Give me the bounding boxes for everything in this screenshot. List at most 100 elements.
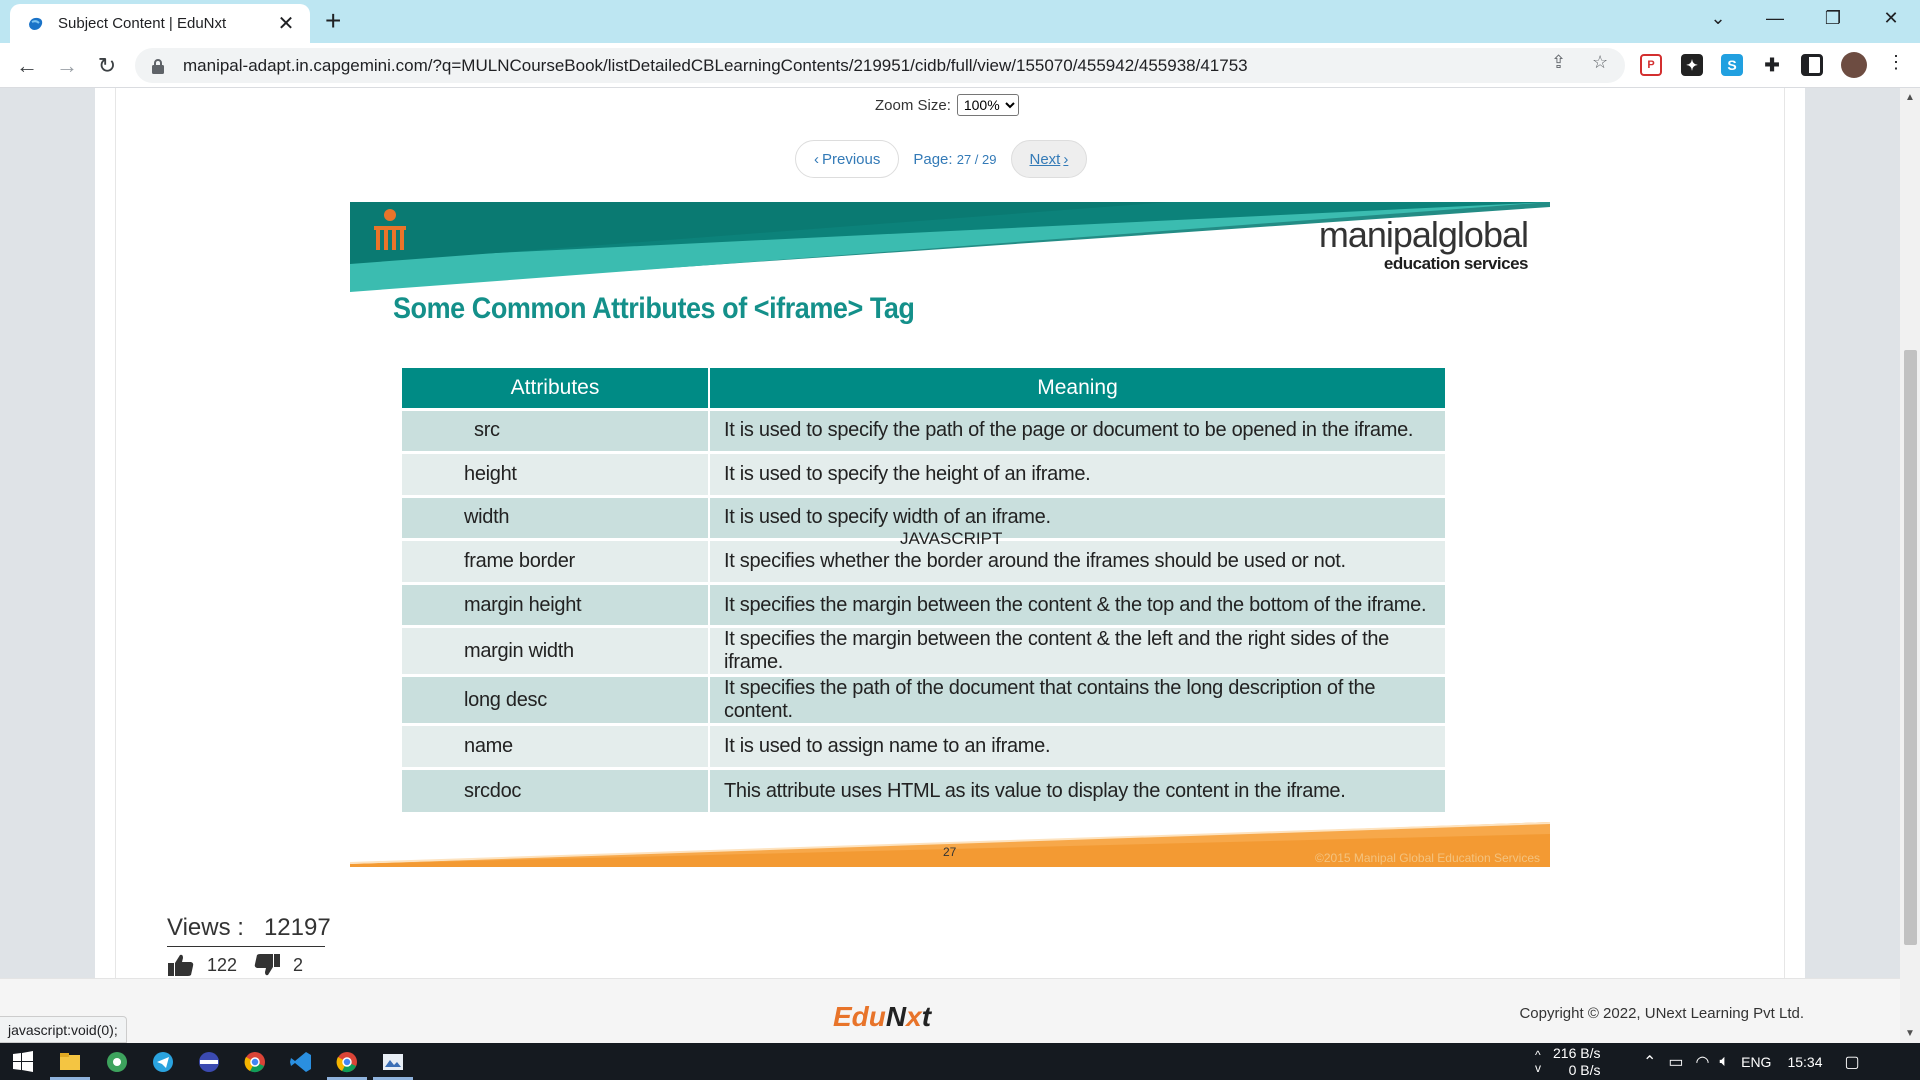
page-label: Page: — [913, 150, 953, 168]
download-speed: 0 B/s — [1568, 1061, 1601, 1078]
chevron-right-icon: › — [1063, 150, 1069, 168]
share-icon[interactable]: ⇪ — [1551, 52, 1566, 73]
slide-title: Some Common Attributes of <iframe> Tag — [393, 292, 915, 325]
scrollbar-thumb[interactable] — [1904, 350, 1917, 945]
content-stats: Views : 12197 122 2 — [167, 914, 331, 977]
browser-tab[interactable]: Subject Content | EduNxt ✕ — [10, 4, 310, 43]
vscode-icon[interactable] — [288, 1049, 314, 1075]
reload-icon[interactable]: ↻ — [92, 51, 122, 81]
restore-icon[interactable]: ❐ — [1818, 8, 1848, 29]
column-header-attributes: Attributes — [402, 368, 710, 409]
new-tab-icon[interactable]: + — [325, 6, 341, 36]
tab-search-icon[interactable]: ⌄ — [1703, 8, 1733, 29]
chrome-icon[interactable] — [242, 1049, 268, 1075]
meaning-cell: It is used to assign name to an iframe. — [709, 723, 1447, 769]
slide-watermark: JAVASCRIPT — [900, 529, 1003, 548]
link-status-bubble: javascript:void(0); — [0, 1016, 127, 1043]
language-indicator[interactable]: ENG — [1741, 1054, 1771, 1070]
site-footer: EduNxt Copyright © 2022, UNext Learning … — [0, 978, 1900, 1043]
back-icon[interactable]: ← — [12, 51, 42, 81]
attribute-cell: margin width — [402, 625, 710, 676]
logo-x: x — [906, 1001, 922, 1032]
views-label: Views : — [167, 914, 244, 941]
app-disk-icon[interactable] — [196, 1049, 222, 1075]
s-extension-icon[interactable]: S — [1721, 54, 1743, 76]
telegram-icon[interactable] — [150, 1049, 176, 1075]
network-speed: ^ v 216 B/s 0 B/s — [1535, 1043, 1600, 1080]
chrome-menu-icon[interactable]: ⋮ — [1887, 52, 1905, 73]
page-scrollbar[interactable]: ▲ ▼ — [1900, 88, 1920, 1043]
browser-toolbar: ← → ↻ manipal-adapt.in.capgemini.com/?q=… — [0, 43, 1920, 88]
extensions-puzzle-icon[interactable]: ✚ — [1761, 54, 1783, 76]
battery-icon[interactable]: ▭ — [1668, 1052, 1683, 1072]
attribute-cell: margin height — [402, 581, 710, 627]
previous-button[interactable]: ‹ Previous — [795, 140, 900, 178]
attribute-cell: width — [402, 494, 710, 540]
attribute-cell: name — [402, 723, 710, 769]
url-text: manipal-adapt.in.capgemini.com/?q=MULNCo… — [183, 55, 1248, 75]
meaning-cell: It is used to specify width of an iframe… — [709, 494, 1447, 540]
windows-start-icon[interactable] — [10, 1049, 36, 1075]
edunxt-favicon-icon — [29, 17, 43, 30]
file-explorer-icon[interactable] — [57, 1049, 83, 1075]
views-value: 12197 — [263, 914, 331, 941]
meaning-cell: It is used to specify the height of an i… — [709, 451, 1447, 497]
app-green-icon[interactable] — [104, 1049, 130, 1075]
page-content: Zoom Size: 100% ‹ Previous Page: 27 / 29… — [0, 88, 1920, 1043]
profile-avatar[interactable] — [1841, 52, 1867, 78]
manipal-logo-icon — [374, 209, 406, 250]
reactions: 122 2 — [167, 953, 325, 977]
show-hidden-icons-icon[interactable]: ⌃ — [1643, 1052, 1656, 1072]
meaning-cell: It specifies the path of the document th… — [709, 674, 1447, 725]
chrome-active-icon[interactable] — [334, 1049, 360, 1075]
side-panel-icon[interactable] — [1801, 54, 1823, 76]
thumbs-up-icon[interactable] — [167, 953, 195, 977]
meaning-cell: It specifies the margin between the cont… — [709, 625, 1447, 676]
previous-label: Previous — [822, 150, 881, 168]
slide-copyright: ©2015 Manipal Global Education Services — [1315, 851, 1540, 865]
logo-t: t — [921, 1001, 932, 1032]
windows-taskbar: ^ v 216 B/s 0 B/s ⌃ ▭ ◠ 🔈︎ ENG 15:34 ▢ — [0, 1043, 1920, 1080]
page-indicator: Page: 27 / 29 — [913, 151, 996, 168]
pocket-extension-icon[interactable]: P — [1640, 54, 1662, 76]
window-close-icon[interactable]: ✕ — [1876, 8, 1906, 29]
attribute-cell: height — [402, 451, 710, 497]
brand-name: manipalglobal — [1318, 214, 1529, 255]
notifications-icon[interactable]: ▢ — [1845, 1052, 1860, 1072]
volume-icon[interactable]: 🔈︎ — [1720, 1053, 1730, 1071]
forward-icon[interactable]: → — [52, 51, 82, 81]
thumbs-down-icon[interactable] — [253, 953, 281, 977]
slide-image: manipalglobal education services Some Co… — [350, 202, 1550, 867]
extension-icon[interactable]: ✦ — [1681, 54, 1703, 76]
wifi-icon[interactable]: ◠ — [1696, 1052, 1710, 1072]
meaning-cell: It is used to specify the path of the pa… — [709, 407, 1447, 453]
dislikes-count: 2 — [293, 954, 304, 975]
zoom-label: Zoom Size: — [875, 96, 951, 114]
edunxt-logo: EduNxt — [833, 1001, 931, 1033]
address-bar[interactable]: manipal-adapt.in.capgemini.com/?q=MULNCo… — [135, 48, 1625, 83]
next-button[interactable]: Next › — [1010, 140, 1088, 178]
footer-copyright: Copyright © 2022, UNext Learning Pvt Ltd… — [1519, 1005, 1804, 1022]
scroll-down-icon[interactable]: ▼ — [1905, 1028, 1915, 1039]
zoom-select[interactable]: 100% — [956, 94, 1019, 116]
logo-n: N — [885, 1001, 907, 1032]
bookmark-star-icon[interactable]: ☆ — [1592, 52, 1608, 73]
lock-icon — [152, 58, 164, 74]
views-counter: Views : 12197 — [167, 914, 331, 947]
page-number: 27 / 29 — [956, 151, 997, 167]
attributes-table: Attributes Meaning src It is used to spec… — [402, 368, 1447, 813]
slide-number: 27 — [943, 845, 957, 859]
page-navigation: ‹ Previous Page: 27 / 29 Next › — [795, 140, 1088, 178]
chevron-updown-icon: ^ v — [1535, 1047, 1541, 1075]
table-row: src It is used to specify the path of the… — [402, 407, 1447, 453]
tab-close-icon[interactable]: ✕ — [276, 11, 296, 36]
meaning-cell: It specifies the margin between the cont… — [709, 581, 1447, 627]
scroll-up-icon[interactable]: ▲ — [1905, 92, 1915, 103]
zoom-control: Zoom Size: 100% — [875, 94, 1019, 116]
photos-app-icon[interactable] — [380, 1049, 406, 1075]
clock[interactable]: 15:34 — [1787, 1054, 1822, 1070]
brand-subtitle: education services — [1383, 254, 1529, 273]
minimize-icon[interactable]: — — [1760, 8, 1790, 29]
table-header-row: Attributes Meaning — [402, 368, 1447, 409]
column-header-meaning: Meaning — [709, 368, 1447, 409]
